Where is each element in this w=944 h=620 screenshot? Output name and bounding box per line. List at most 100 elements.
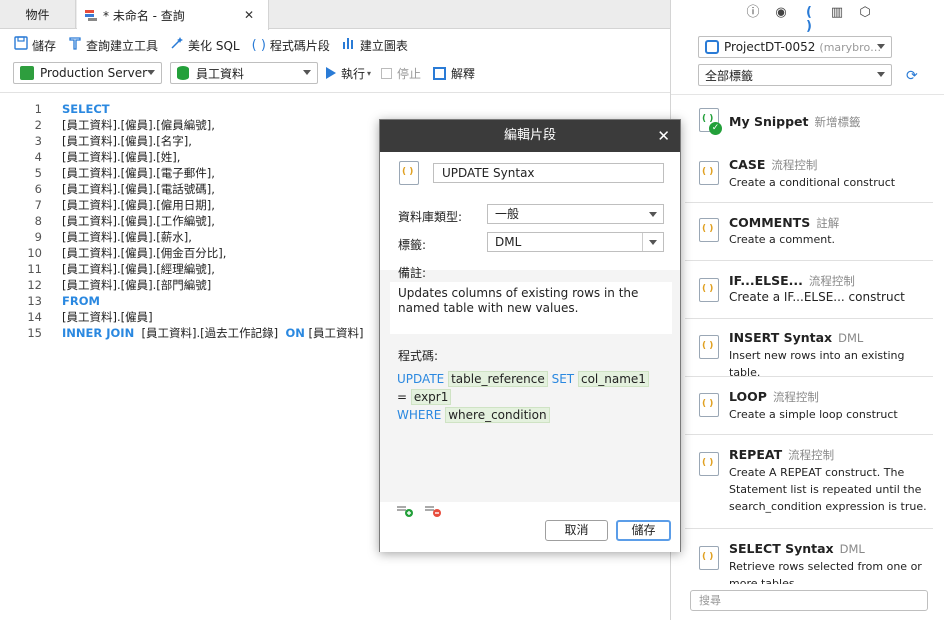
columns-icon[interactable]: ▥ [830,6,844,20]
chevron-down-icon [147,70,155,75]
code-line[interactable]: 4 [員工資料].[僱員].[姓], [0,149,181,165]
main-toolbar: 儲存 查詢建立工具 美化 SQL ( ) 程式碼片段 建立圖表 [0,30,670,60]
magic-wand-icon [170,36,184,54]
chevron-down-icon [303,70,311,75]
placeholder-token[interactable]: col_name1 [577,371,649,387]
snippet-icon [699,452,719,476]
stop-button[interactable]: 停止 [381,65,421,82]
dialog-title-bar: 編輯片段 ✕ [380,120,680,152]
code-line[interactable]: 15 INNER JOIN [員工資料].[過去工作記錄] ON [員工資料] [0,325,363,341]
snippet-icon [699,546,719,570]
code-line[interactable]: 14 [員工資料].[僱員] [0,309,153,325]
snippet-list: ✓My Snippet新增標籤CASE流程控制Create a conditio… [671,94,944,584]
beautify-sql-button[interactable]: 美化 SQL [170,36,240,54]
create-chart-button[interactable]: 建立圖表 [342,36,408,54]
snippet-panel: ⓘ ◉ ( ) ▥ ⬡ ProjectDT-0052 (marybro… 全部標… [670,0,944,620]
line-number: 12 [27,278,42,292]
server-select[interactable]: Production Server [13,62,162,84]
code-text: [員工資料].[僱員] [62,310,153,324]
placeholder-token[interactable]: where_condition [445,407,550,423]
close-icon[interactable]: ✕ [244,8,254,22]
line-number: 10 [27,246,42,260]
code-text: SELECT [62,102,110,116]
code-text: [員工資料].[僱員].[姓], [62,150,181,164]
explain-button[interactable]: 解釋 [433,65,475,82]
line-number: 14 [27,310,42,324]
snippet-item[interactable]: LOOP流程控制Create a simple loop construct [685,377,933,435]
cancel-button[interactable]: 取消 [545,520,608,541]
database-select[interactable]: 員工資料 [170,62,318,84]
snippet-item[interactable]: REPEAT流程控制Create A REPEAT construct. The… [685,435,933,529]
save-button[interactable]: 儲存 [14,36,56,54]
add-snippet-icon[interactable]: ⟳ [906,68,918,84]
edit-snippet-dialog: 編輯片段 ✕ UPDATE Syntax 資料庫類型: 一般 標籤: DML 備… [379,119,681,552]
code-text: [員工資料].[僱員].[佣金百分比], [62,246,227,260]
line-number: 9 [34,230,42,244]
line-number: 8 [34,214,42,228]
line-number: 15 [27,326,42,340]
snippet-item[interactable]: INSERT SyntaxDMLInsert new rows into an … [685,319,933,379]
project-select[interactable]: ProjectDT-0052 (marybro… [698,36,892,58]
line-number: 3 [34,134,42,148]
remove-placeholder-icon[interactable] [424,504,442,522]
tag-filter-select[interactable]: 全部標籤 [698,64,892,86]
code-line[interactable]: 10 [員工資料].[僱員].[佣金百分比], [0,245,226,261]
snippet-icon[interactable]: ( ) [802,6,816,34]
chevron-down-icon [877,72,885,77]
eye-icon[interactable]: ◉ [774,6,788,20]
placeholder-token[interactable]: expr1 [410,389,452,405]
code-text: [員工資料].[僱員].[薪水], [62,230,192,244]
code-line[interactable]: 5 [員工資料].[僱員].[電子郵件], [0,165,215,181]
info-icon[interactable]: ⓘ [746,6,760,20]
line-number: 1 [34,102,42,116]
code-line[interactable]: 6 [員工資料].[僱員].[電話號碼], [0,181,215,197]
snippet-name-input[interactable]: UPDATE Syntax [433,163,664,183]
code-line[interactable]: 9 [員工資料].[僱員].[薪水], [0,229,192,245]
query-icon [84,8,98,22]
placeholder-token[interactable]: table_reference [448,371,548,387]
search-input[interactable]: 搜尋 [690,590,928,611]
code-snippet-button[interactable]: ( ) 程式碼片段 [252,37,330,54]
tab-objects[interactable]: 物件 [0,0,76,29]
code-text: [員工資料].[僱員].[僱用日期], [62,198,215,212]
line-number: 13 [27,294,42,308]
tag-select[interactable]: DML [487,232,664,252]
explain-icon [433,66,447,80]
run-button[interactable]: 執行 ▾ [326,65,371,82]
panel-tabs: ⓘ ◉ ( ) ▥ ⬡ [746,6,886,34]
chevron-down-icon: ▾ [367,68,372,78]
code-line[interactable]: 13 FROM [0,293,100,309]
tab-query[interactable]: * 未命名 - 查詢 ✕ [77,0,269,30]
query-builder-button[interactable]: 查詢建立工具 [68,36,158,54]
snippet-icon [699,161,719,185]
play-icon [326,67,336,79]
code-line[interactable]: 11 [員工資料].[僱員].[經理編號], [0,261,215,277]
snippet-item[interactable]: CASE流程控制Create a conditional construct [685,146,933,203]
code-line[interactable]: 2 [員工資料].[僱員].[僱員編號], [0,117,215,133]
code-line[interactable]: 7 [員工資料].[僱員].[僱用日期], [0,197,215,213]
tab-bar: 物件 * 未命名 - 查詢 ✕ [0,0,670,30]
snippet-item[interactable]: COMMENTS註解Create a comment. [685,203,933,261]
snippet-item[interactable]: IF...ELSE...流程控制Create a IF...ELSE... co… [685,261,933,319]
code-line[interactable]: 12 [員工資料].[僱員].[部門編號] [0,277,211,293]
close-icon[interactable]: ✕ [657,120,670,152]
code-line[interactable]: 8 [員工資料].[僱員].[工作編號], [0,213,215,229]
chevron-down-icon [877,44,885,49]
code-line[interactable]: 1 SELECT [0,101,110,117]
notes-textarea[interactable]: Updates columns of existing rows in the … [390,282,672,334]
snippet-icon [399,161,419,185]
snippet-item[interactable]: SELECT SyntaxDMLRetrieve rows selected f… [685,529,933,584]
db-type-select[interactable]: 一般 [487,204,664,224]
check-icon: ✓ [709,122,722,135]
code-textarea[interactable]: UPDATE table_reference SET col_name1 = e… [390,366,672,496]
hexagon-icon[interactable]: ⬡ [858,6,872,20]
save-button[interactable]: 儲存 [616,520,671,541]
add-placeholder-icon[interactable] [396,504,414,522]
code-line[interactable]: 3 [員工資料].[僱員].[名字], [0,133,192,149]
snippet-item[interactable]: ✓My Snippet新增標籤 [685,95,933,146]
line-number: 4 [34,150,42,164]
snippet-icon [699,335,719,359]
chevron-down-icon [649,212,657,217]
project-icon [705,40,719,54]
stop-icon [381,67,393,79]
